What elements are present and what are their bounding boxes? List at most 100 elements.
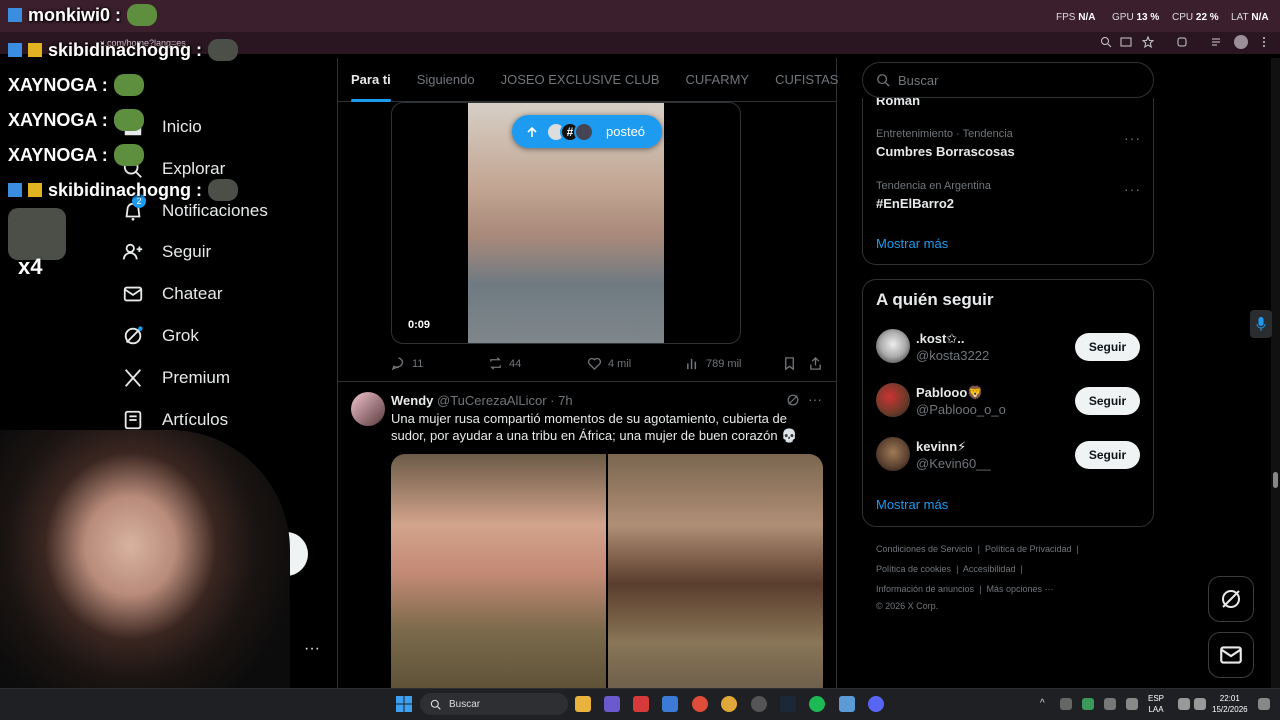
clock[interactable]: 22:01 15/2/2026 [1212, 693, 1248, 715]
trend-title[interactable]: #EnElBarro2 [876, 196, 954, 211]
tab-joseo-exclusive-club[interactable]: JOSEO EXCLUSIVE CLUB [488, 58, 673, 102]
avatar[interactable] [351, 392, 385, 426]
repost-button[interactable]: 44 [488, 356, 521, 371]
wifi-icon[interactable] [1178, 698, 1190, 710]
trend-meta: Entretenimiento · Tendencia [876, 128, 1013, 140]
footer-link-terms[interactable]: Condiciones de Servicio [876, 544, 973, 554]
app-icon[interactable] [633, 696, 649, 712]
tweet-more-icon[interactable]: ··· [808, 391, 822, 407]
follow-suggestion-handle[interactable]: @Pablooo_o_o [916, 402, 1006, 417]
avatar[interactable] [876, 383, 910, 417]
trend-more-icon[interactable]: ··· [1124, 181, 1141, 197]
follow-button[interactable]: Seguir [1075, 441, 1140, 469]
follow-show-more[interactable]: Mostrar más [876, 497, 948, 512]
trends-show-more[interactable]: Mostrar más [876, 236, 948, 251]
trend-more-icon[interactable]: ··· [1124, 130, 1141, 146]
bookmark-star-icon[interactable] [1142, 36, 1154, 48]
tray-icon[interactable] [1082, 698, 1094, 710]
nav-follow[interactable]: Seguir [120, 232, 211, 272]
reply-button[interactable]: 11 [391, 356, 423, 371]
follow-button[interactable]: Seguir [1075, 333, 1140, 361]
chat-line: XAYNOGA : [8, 144, 144, 166]
language-indicator[interactable]: ESP LAA [1148, 693, 1164, 715]
tray-icon[interactable] [1060, 698, 1072, 710]
tweet-time[interactable]: · 7h [550, 393, 572, 408]
footer-link-accessibility[interactable]: Accesibilidad [963, 564, 1016, 574]
account-more-icon[interactable]: ··· [304, 640, 320, 658]
nav-grok[interactable]: Grok [120, 316, 199, 356]
windows-start-icon[interactable] [396, 696, 412, 712]
nav-premium[interactable]: Premium [120, 358, 230, 398]
verified-badge-icon [8, 8, 22, 22]
footer-link-ads-info[interactable]: Información de anuncios [876, 584, 974, 594]
timeline-tabs: Para ti Siguiendo JOSEO EXCLUSIVE CLUB C… [338, 58, 838, 102]
follow-suggestion-name[interactable]: Pablooo🦁 [916, 385, 983, 401]
app-icon[interactable] [751, 696, 767, 712]
reading-list-icon[interactable] [1210, 36, 1222, 48]
tab-cufistas[interactable]: CUFISTAS [762, 58, 851, 102]
follow-suggestion-handle[interactable]: @Kevin60__ [916, 456, 991, 471]
chat-line: XAYNOGA : [8, 74, 144, 96]
grok-floating-button[interactable] [1208, 576, 1254, 622]
follow-suggestion-handle[interactable]: @kosta3222 [916, 348, 989, 363]
notifications-tray-icon[interactable] [1258, 698, 1270, 710]
emote-icon [208, 179, 239, 201]
volume-icon[interactable] [1194, 698, 1206, 710]
install-app-icon[interactable] [1120, 36, 1132, 48]
chrome-icon[interactable] [692, 696, 708, 712]
spotify-icon[interactable] [809, 696, 825, 712]
tray-icon[interactable] [1104, 698, 1116, 710]
steam-icon[interactable] [780, 696, 796, 712]
address-url[interactable]: x.com/home?lang=es [100, 35, 1080, 51]
views-button[interactable]: 789 mil [685, 356, 741, 371]
tweet-author-name[interactable]: Wendy [391, 393, 433, 408]
extensions-icon[interactable] [1176, 36, 1188, 48]
bookmark-button[interactable] [782, 356, 797, 371]
tweet-header: Wendy @TuCerezaAlLicor · 7h [391, 393, 573, 408]
tweet-image[interactable] [608, 454, 823, 690]
nav-chat[interactable]: Chatear [120, 274, 222, 314]
like-button[interactable]: 4 mil [587, 356, 631, 371]
footer-link-more[interactable]: Más opciones ··· [986, 584, 1053, 594]
file-explorer-icon[interactable] [575, 696, 591, 712]
taskbar-search[interactable]: Buscar [420, 693, 568, 715]
avatar[interactable] [876, 329, 910, 363]
footer-copyright: © 2026 X Corp. [876, 601, 939, 611]
search-input[interactable]: Buscar [862, 62, 1154, 98]
voice-input-button[interactable] [1250, 310, 1272, 338]
avatar [574, 121, 594, 142]
taskbar-search-label: Buscar [449, 698, 481, 710]
new-posts-pill[interactable]: # posteó [512, 115, 662, 148]
tab-cufarmy[interactable]: CUFARMY [673, 58, 763, 102]
store-icon[interactable] [662, 696, 678, 712]
browser-menu-icon[interactable] [1258, 36, 1270, 48]
scrollbar[interactable] [1271, 58, 1280, 688]
zoom-icon[interactable] [1100, 36, 1112, 48]
chrome-icon[interactable] [721, 696, 737, 712]
grok-explain-icon[interactable] [786, 393, 800, 407]
microphone-icon [1256, 317, 1266, 331]
scrollbar-thumb[interactable] [1273, 472, 1278, 488]
follow-suggestion-name[interactable]: kevinn⚡ [916, 439, 966, 455]
gpu-readout: GPU 13 % [1112, 12, 1160, 23]
microphone-tray-icon[interactable] [1126, 698, 1138, 710]
footer-link-privacy[interactable]: Política de Privacidad [985, 544, 1072, 554]
repost-icon [490, 357, 501, 370]
app-icon[interactable] [604, 696, 620, 712]
trend-title[interactable]: Cumbres Borrascosas [876, 144, 1015, 159]
avatar[interactable] [876, 437, 910, 471]
tweet-image[interactable] [391, 454, 606, 690]
tab-for-you[interactable]: Para ti [338, 58, 404, 102]
discord-icon[interactable] [868, 696, 884, 712]
footer-link-cookies[interactable]: Política de cookies [876, 564, 951, 574]
follow-button[interactable]: Seguir [1075, 387, 1140, 415]
share-button[interactable] [808, 356, 823, 371]
tweet-author-handle[interactable]: @TuCerezaAlLicor [437, 393, 547, 408]
follow-icon [120, 239, 146, 265]
tab-following[interactable]: Siguiendo [404, 58, 488, 102]
profile-avatar[interactable] [1234, 35, 1248, 49]
follow-suggestion-name[interactable]: .kost✩.. [916, 331, 964, 347]
notepad-icon[interactable] [839, 696, 855, 712]
messages-floating-button[interactable] [1208, 632, 1254, 678]
tray-chevron-icon[interactable]: ^ [1040, 698, 1045, 709]
